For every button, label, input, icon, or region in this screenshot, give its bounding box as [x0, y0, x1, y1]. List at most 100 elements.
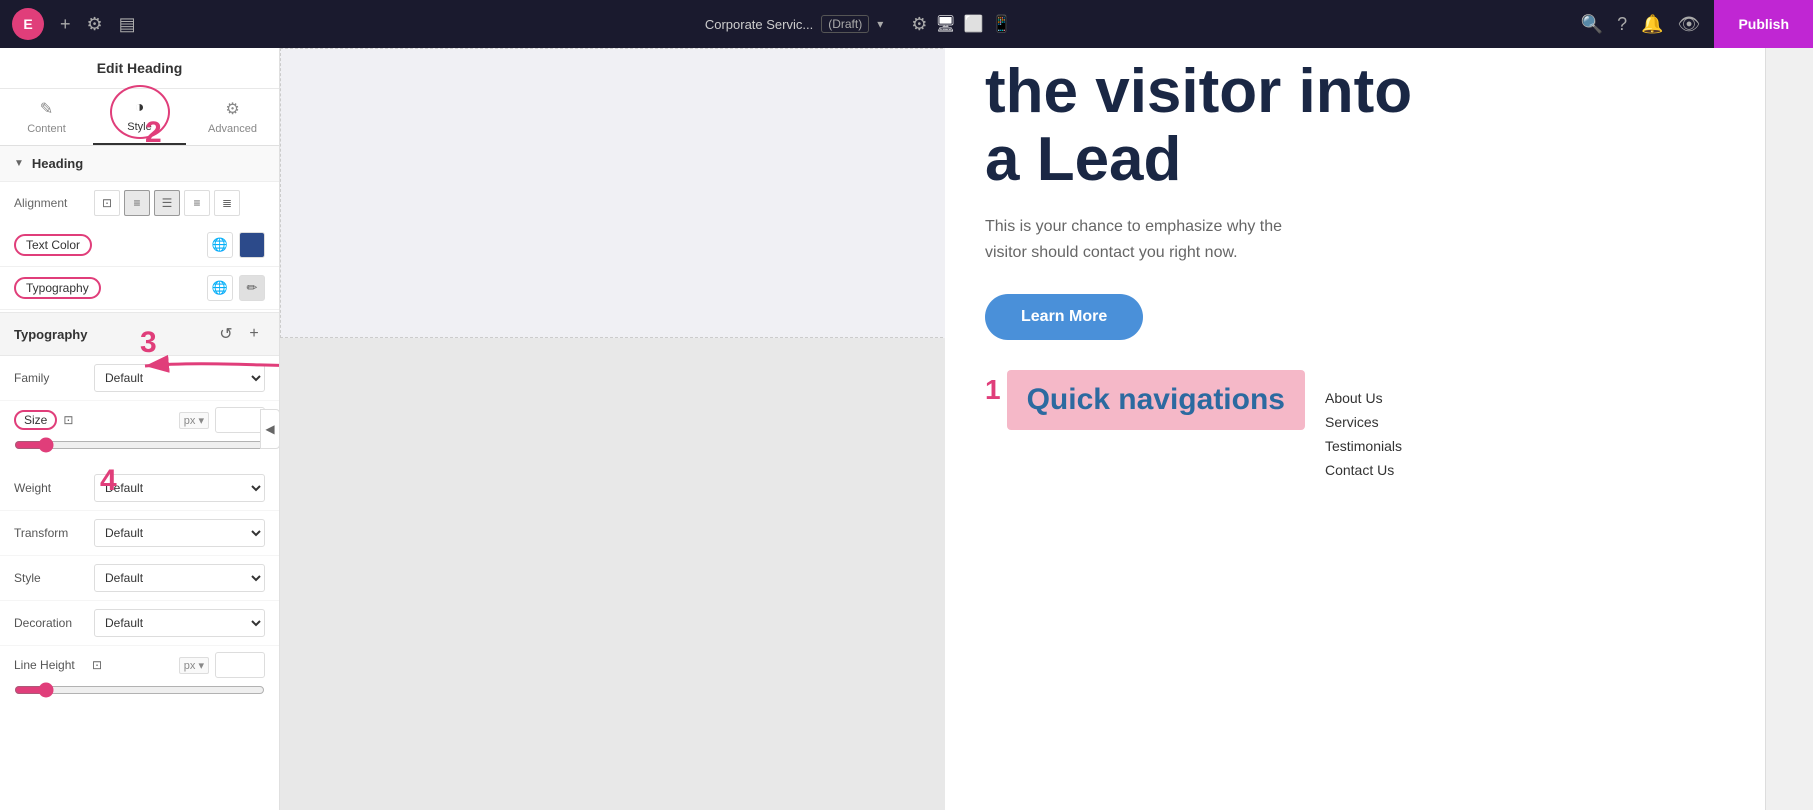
line-height-device-icon[interactable]: ⊡ [92, 658, 102, 672]
typography-row: Typography 🌐 ✏ [0, 267, 279, 310]
size-input[interactable] [215, 407, 265, 433]
elementor-logo[interactable]: E [12, 8, 44, 40]
size-row: Size ⊡ px ▾ [0, 401, 279, 433]
device-icons: 🖥 ⬜ 📱 [935, 14, 1011, 34]
main-layout: Edit Heading ✎ Content ◑ Style ⚙ Advance… [0, 48, 1813, 810]
line-height-label: Line Height [14, 658, 86, 672]
align-justify-btn[interactable]: ≣ [214, 190, 240, 216]
text-color-row: Text Color 🌐 [0, 224, 279, 267]
desktop-icon[interactable]: 🖥 [935, 14, 955, 34]
top-bar-right: 🔍 ? 🔔 👁 Publish [1581, 0, 1801, 48]
typography-section-header: Typography ↺ + [0, 312, 279, 356]
heading-section-arrow: ▼ [14, 158, 24, 169]
family-row: Family Default [0, 356, 279, 401]
line-height-slider-row [0, 678, 279, 711]
typography-add-btn[interactable]: + [243, 323, 265, 345]
nav-link-about[interactable]: About Us [1325, 386, 1402, 410]
right-sidebar-strip [1765, 48, 1813, 810]
typography-section-title: Typography [14, 327, 87, 342]
hero-heading-line2: a Lead [985, 125, 1181, 194]
hero-subtext: This is your chance to emphasize why the… [985, 214, 1325, 265]
site-settings-icon[interactable]: ⚙ [911, 14, 927, 35]
size-slider[interactable] [14, 437, 265, 453]
style-row: Style Default [0, 556, 279, 601]
size-device-icon[interactable]: ⊡ [63, 413, 73, 427]
line-height-input[interactable] [215, 652, 265, 678]
style-label: Style [14, 571, 86, 585]
typography-global-btn[interactable]: 🌐 [207, 275, 233, 301]
panel-header: Edit Heading [0, 48, 279, 89]
typography-reset-btn[interactable]: ↺ [215, 323, 237, 345]
right-content-area: the visitor into a Lead This is your cha… [945, 48, 1765, 810]
mobile-icon[interactable]: 📱 [992, 14, 1012, 34]
layers-icon[interactable]: ▤ [119, 14, 136, 35]
line-height-row: Line Height ⊡ px ▾ [0, 646, 279, 678]
content-tab-icon: ✎ [40, 99, 53, 119]
tablet-icon[interactable]: ⬜ [964, 14, 984, 34]
style-tab-icon: ◑ [135, 99, 145, 117]
quick-nav-inner: Quick navigations [1007, 370, 1305, 430]
tab-advanced[interactable]: ⚙ Advanced [186, 89, 279, 145]
notifications-icon[interactable]: 🔔 [1641, 14, 1663, 35]
size-label: Size [14, 410, 57, 430]
publish-button[interactable]: Publish [1714, 0, 1813, 48]
line-height-label-wrap: Line Height ⊡ [14, 658, 102, 672]
align-right-btn[interactable]: ≡ [184, 190, 210, 216]
alignment-label: Alignment [14, 196, 86, 210]
weight-label: Weight [14, 481, 86, 495]
preview-icon[interactable]: 👁 [1678, 14, 1701, 35]
align-left-btn[interactable]: ≡ [124, 190, 150, 216]
alignment-row: Alignment ⊡ ≡ ☰ ≡ ≣ [0, 182, 279, 224]
text-color-global-btn[interactable]: 🌐 [207, 232, 233, 258]
size-label-wrap: Size ⊡ [14, 410, 86, 430]
weight-row: Weight Default [0, 466, 279, 511]
size-unit[interactable]: px ▾ [179, 412, 209, 429]
nav-link-contact[interactable]: Contact Us [1325, 458, 1402, 482]
tab-content[interactable]: ✎ Content [0, 89, 93, 145]
settings-sliders-icon[interactable]: ⚙ [87, 14, 103, 35]
nav-links: About Us Services Testimonials Contact U… [1325, 370, 1402, 482]
learn-more-button[interactable]: Learn More [985, 294, 1143, 340]
line-height-unit[interactable]: px ▾ [179, 657, 209, 674]
top-bar-left: E + ⚙ ▤ [12, 8, 136, 40]
heading-section-header[interactable]: ▼ Heading [0, 146, 279, 182]
transform-select[interactable]: Default [94, 519, 265, 547]
search-icon[interactable]: 🔍 [1581, 14, 1603, 35]
tab-advanced-label: Advanced [208, 123, 257, 135]
decoration-label: Decoration [14, 616, 86, 630]
nav-link-testimonials[interactable]: Testimonials [1325, 434, 1402, 458]
quick-nav-number: 1 [985, 374, 1001, 406]
site-title: Corporate Servic... [705, 17, 813, 32]
decoration-select[interactable]: Default [94, 609, 265, 637]
top-bar: E + ⚙ ▤ Corporate Servic... (Draft) ▾ ⚙ … [0, 0, 1813, 48]
panel-collapse-handle[interactable]: ◀ [260, 409, 280, 449]
text-color-swatch[interactable] [239, 232, 265, 258]
left-panel: Edit Heading ✎ Content ◑ Style ⚙ Advance… [0, 48, 280, 810]
tab-content-label: Content [27, 123, 66, 135]
typography-label: Typography [14, 277, 101, 299]
top-bar-center: Corporate Servic... (Draft) ▾ ⚙ 🖥 ⬜ 📱 [136, 14, 1581, 35]
weight-select[interactable]: Default [94, 474, 265, 502]
dropdown-arrow[interactable]: ▾ [877, 17, 883, 31]
align-default-btn[interactable]: ⊡ [94, 190, 120, 216]
quick-nav-box: 1 Quick navigations [985, 370, 1305, 482]
nav-link-services[interactable]: Services [1325, 410, 1402, 434]
quick-nav-section: 1 Quick navigations About Us Services Te… [985, 370, 1725, 482]
line-height-slider[interactable] [14, 682, 265, 698]
draft-badge[interactable]: (Draft) [821, 15, 869, 33]
text-color-label-wrap: Text Color [14, 234, 207, 256]
help-icon[interactable]: ? [1617, 14, 1627, 35]
typography-edit-btn[interactable]: ✏ [239, 275, 265, 301]
alignment-buttons: ⊡ ≡ ☰ ≡ ≣ [94, 190, 240, 216]
panel-content: ▼ Heading Alignment ⊡ ≡ ☰ ≡ ≣ Text Color [0, 146, 279, 810]
family-select[interactable]: Default [94, 364, 265, 392]
advanced-tab-icon: ⚙ [225, 99, 239, 119]
add-icon[interactable]: + [60, 14, 71, 35]
align-center-btn[interactable]: ☰ [154, 190, 180, 216]
size-slider-row [0, 433, 279, 466]
quick-nav-title: Quick navigations [1027, 382, 1285, 418]
canvas-area: 🖼 the visitor into a Lead This is your c… [280, 48, 1813, 810]
style-select[interactable]: Default [94, 564, 265, 592]
tab-style[interactable]: ◑ Style [93, 89, 186, 145]
family-label: Family [14, 371, 86, 385]
